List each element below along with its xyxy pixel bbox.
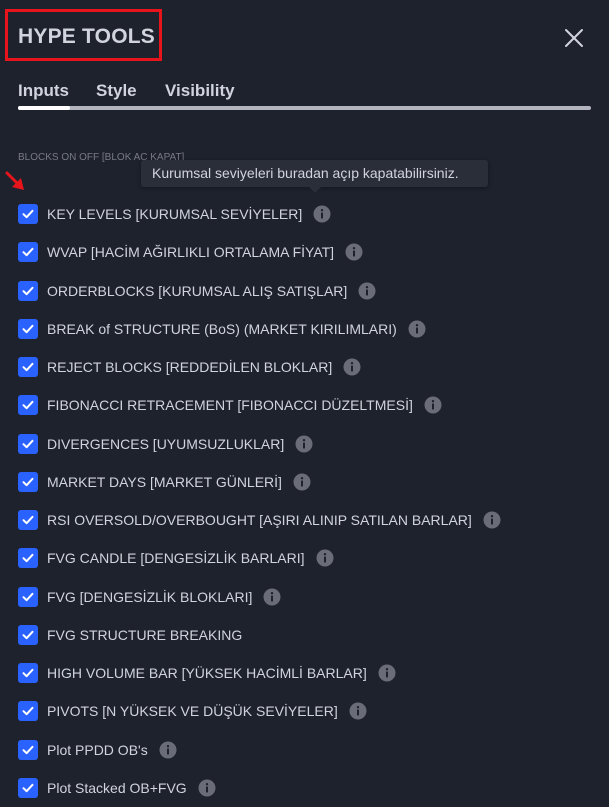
tooltip: Kurumsal seviyeleri buradan açıp kapatab… — [141, 160, 488, 193]
setting-row[interactable]: ORDERBLOCKS [KURUMSAL ALIŞ SATIŞLAR] — [18, 272, 598, 310]
info-icon[interactable] — [263, 588, 281, 606]
info-icon[interactable] — [343, 358, 361, 376]
setting-row[interactable]: BREAK of STRUCTURE (BoS) (MARKET KIRILIM… — [18, 310, 598, 348]
checkbox[interactable] — [18, 204, 38, 225]
checkbox[interactable] — [18, 357, 38, 378]
tooltip-text: Kurumsal seviyeleri buradan açıp kapatab… — [152, 165, 459, 181]
setting-row[interactable]: Plot PPDD OB's — [18, 731, 598, 769]
checkbox[interactable] — [18, 433, 38, 454]
setting-row[interactable]: FVG STRUCTURE BREAKING — [18, 616, 598, 654]
info-icon[interactable] — [313, 205, 331, 223]
setting-row[interactable]: HIGH VOLUME BAR [YÜKSEK HACİMLİ BARLAR] — [18, 654, 598, 692]
checkbox[interactable] — [18, 586, 38, 607]
checkbox[interactable] — [18, 548, 38, 569]
check-icon — [22, 745, 34, 754]
check-icon — [22, 439, 34, 448]
setting-label: RSI OVERSOLD/OVERBOUGHT [AŞIRI ALINIP SA… — [47, 512, 472, 529]
setting-row[interactable]: DIVERGENCES [UYUMSUZLUKLAR] — [18, 425, 598, 463]
checkbox[interactable] — [18, 318, 38, 339]
setting-row[interactable]: MARKET DAYS [MARKET GÜNLERİ] — [18, 463, 598, 501]
check-icon — [22, 783, 34, 793]
setting-row[interactable]: PIVOTS [N YÜKSEK VE DÜŞÜK SEVİYELER] — [18, 692, 598, 730]
tab-style[interactable]: Style — [96, 81, 137, 101]
check-icon — [22, 209, 34, 219]
setting-label: FVG [DENGESİZLİK BLOKLARI] — [47, 588, 253, 605]
tooltip-pointer — [309, 187, 321, 193]
check-icon — [22, 592, 34, 601]
checkbox[interactable] — [18, 739, 38, 760]
info-icon[interactable] — [349, 702, 367, 720]
settings-list: KEY LEVELS [KURUMSAL SEVİYELER] WVAP [HAC… — [18, 195, 598, 807]
setting-label: Plot PPDD OB's — [47, 741, 148, 758]
tab-bar: Inputs Style Visibility — [18, 78, 591, 112]
checkbox[interactable] — [18, 395, 38, 416]
checkbox[interactable] — [18, 624, 38, 645]
check-icon — [22, 668, 34, 678]
checkbox[interactable] — [18, 242, 38, 263]
setting-label: HIGH VOLUME BAR [YÜKSEK HACİMLİ BARLAR] — [47, 665, 367, 682]
check-icon — [22, 630, 34, 640]
tab-inputs[interactable]: Inputs — [18, 81, 69, 101]
check-icon — [22, 401, 34, 410]
checkbox[interactable] — [18, 701, 38, 722]
check-icon — [22, 362, 34, 372]
checkbox[interactable] — [18, 663, 38, 684]
info-icon[interactable] — [293, 473, 311, 491]
setting-label: PIVOTS [N YÜKSEK VE DÜŞÜK SEVİYELER] — [47, 703, 338, 720]
info-icon[interactable] — [424, 396, 442, 414]
info-icon[interactable] — [316, 549, 334, 567]
check-icon — [22, 324, 34, 334]
setting-label: FVG CANDLE [DENGESİZLİK BARLARI] — [47, 550, 305, 567]
setting-row[interactable]: FVG [DENGESİZLİK BLOKLARI] — [18, 578, 598, 616]
setting-label: DIVERGENCES [UYUMSUZLUKLAR] — [47, 435, 285, 452]
check-icon — [22, 286, 34, 295]
check-icon — [22, 554, 34, 563]
setting-row[interactable]: WVAP [HACİM AĞIRLIKLI ORTALAMA FİYAT] — [18, 233, 598, 271]
info-icon[interactable] — [159, 741, 177, 759]
setting-row[interactable]: FVG CANDLE [DENGESİZLİK BARLARI] — [18, 539, 598, 577]
checkbox[interactable] — [18, 471, 38, 492]
check-icon — [22, 477, 34, 487]
red-arrow-icon — [5, 171, 24, 190]
setting-label: Plot Stacked OB+FVG — [47, 779, 187, 796]
tab-active-indicator — [18, 106, 70, 110]
close-button[interactable] — [563, 27, 585, 49]
info-icon[interactable] — [378, 664, 396, 682]
dialog-title: HYPE TOOLS — [18, 25, 155, 48]
checkbox[interactable] — [18, 280, 38, 301]
check-icon — [22, 248, 34, 257]
setting-row[interactable]: RSI OVERSOLD/OVERBOUGHT [AŞIRI ALINIP SA… — [18, 501, 598, 539]
setting-row[interactable]: REJECT BLOCKS [REDDEDİLEN BLOKLAR] — [18, 348, 598, 386]
info-icon[interactable] — [408, 320, 426, 338]
info-icon[interactable] — [358, 282, 376, 300]
setting-label: ORDERBLOCKS [KURUMSAL ALIŞ SATIŞLAR] — [47, 282, 348, 299]
checkbox[interactable] — [18, 777, 38, 798]
tab-visibility[interactable]: Visibility — [165, 81, 235, 101]
setting-label: REJECT BLOCKS [REDDEDİLEN BLOKLAR] — [47, 359, 333, 376]
info-icon[interactable] — [483, 511, 501, 529]
tab-scroll-track — [18, 106, 591, 110]
setting-row[interactable]: Plot Stacked OB+FVG — [18, 769, 598, 807]
setting-row[interactable]: FIBONACCI RETRACEMENT [FIBONACCI DÜZELTM… — [18, 386, 598, 424]
checkbox[interactable] — [18, 510, 38, 531]
setting-label: MARKET DAYS [MARKET GÜNLERİ] — [47, 473, 282, 490]
check-icon — [22, 707, 34, 716]
setting-label: WVAP [HACİM AĞIRLIKLI ORTALAMA FİYAT] — [47, 244, 335, 261]
setting-label: FVG STRUCTURE BREAKING — [47, 626, 243, 643]
info-icon[interactable] — [295, 435, 313, 453]
setting-row[interactable]: KEY LEVELS [KURUMSAL SEVİYELER] — [18, 195, 598, 233]
setting-label: BREAK of STRUCTURE (BoS) (MARKET KIRILIM… — [47, 320, 397, 337]
check-icon — [22, 515, 34, 525]
setting-label: FIBONACCI RETRACEMENT [FIBONACCI DÜZELTM… — [47, 397, 413, 414]
info-icon[interactable] — [198, 779, 216, 797]
info-icon[interactable] — [345, 243, 363, 261]
setting-label: KEY LEVELS [KURUMSAL SEVİYELER] — [47, 206, 303, 223]
close-icon — [565, 29, 583, 47]
